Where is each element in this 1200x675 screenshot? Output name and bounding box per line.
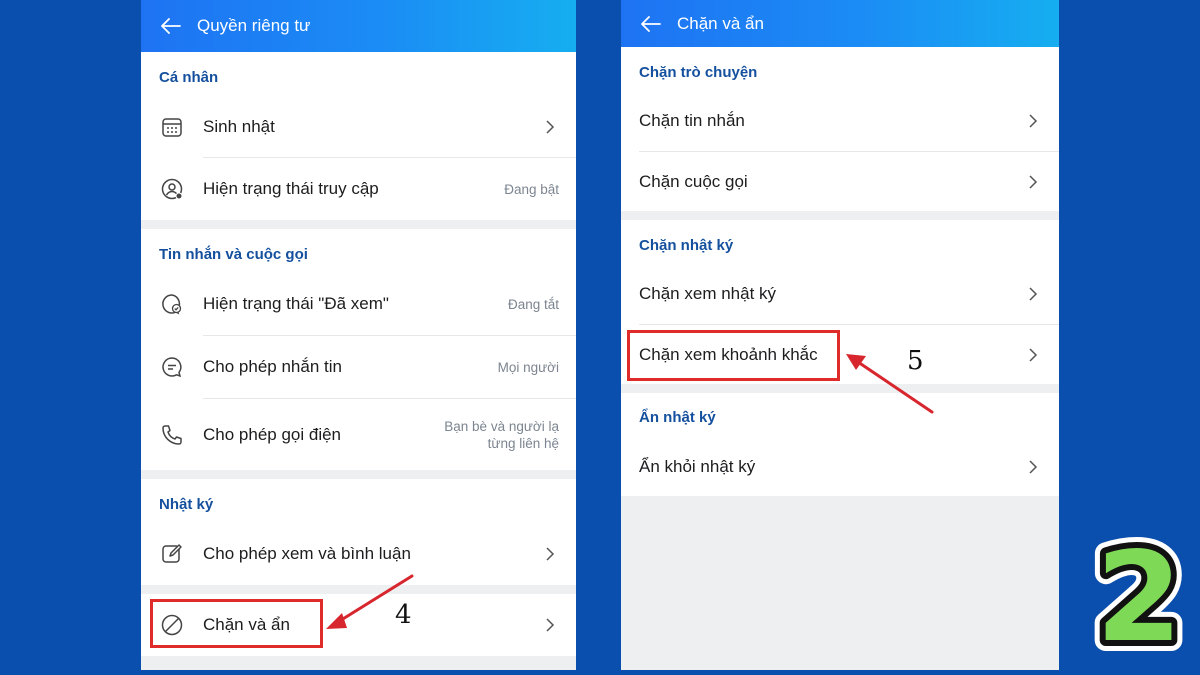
step-badge: 2 2 2 (1090, 535, 1188, 653)
annotation-arrows (326, 354, 934, 629)
badge-number: 2 (1096, 535, 1182, 653)
step-number-5: 5 (907, 346, 924, 376)
step-number-4: 4 (395, 600, 412, 630)
